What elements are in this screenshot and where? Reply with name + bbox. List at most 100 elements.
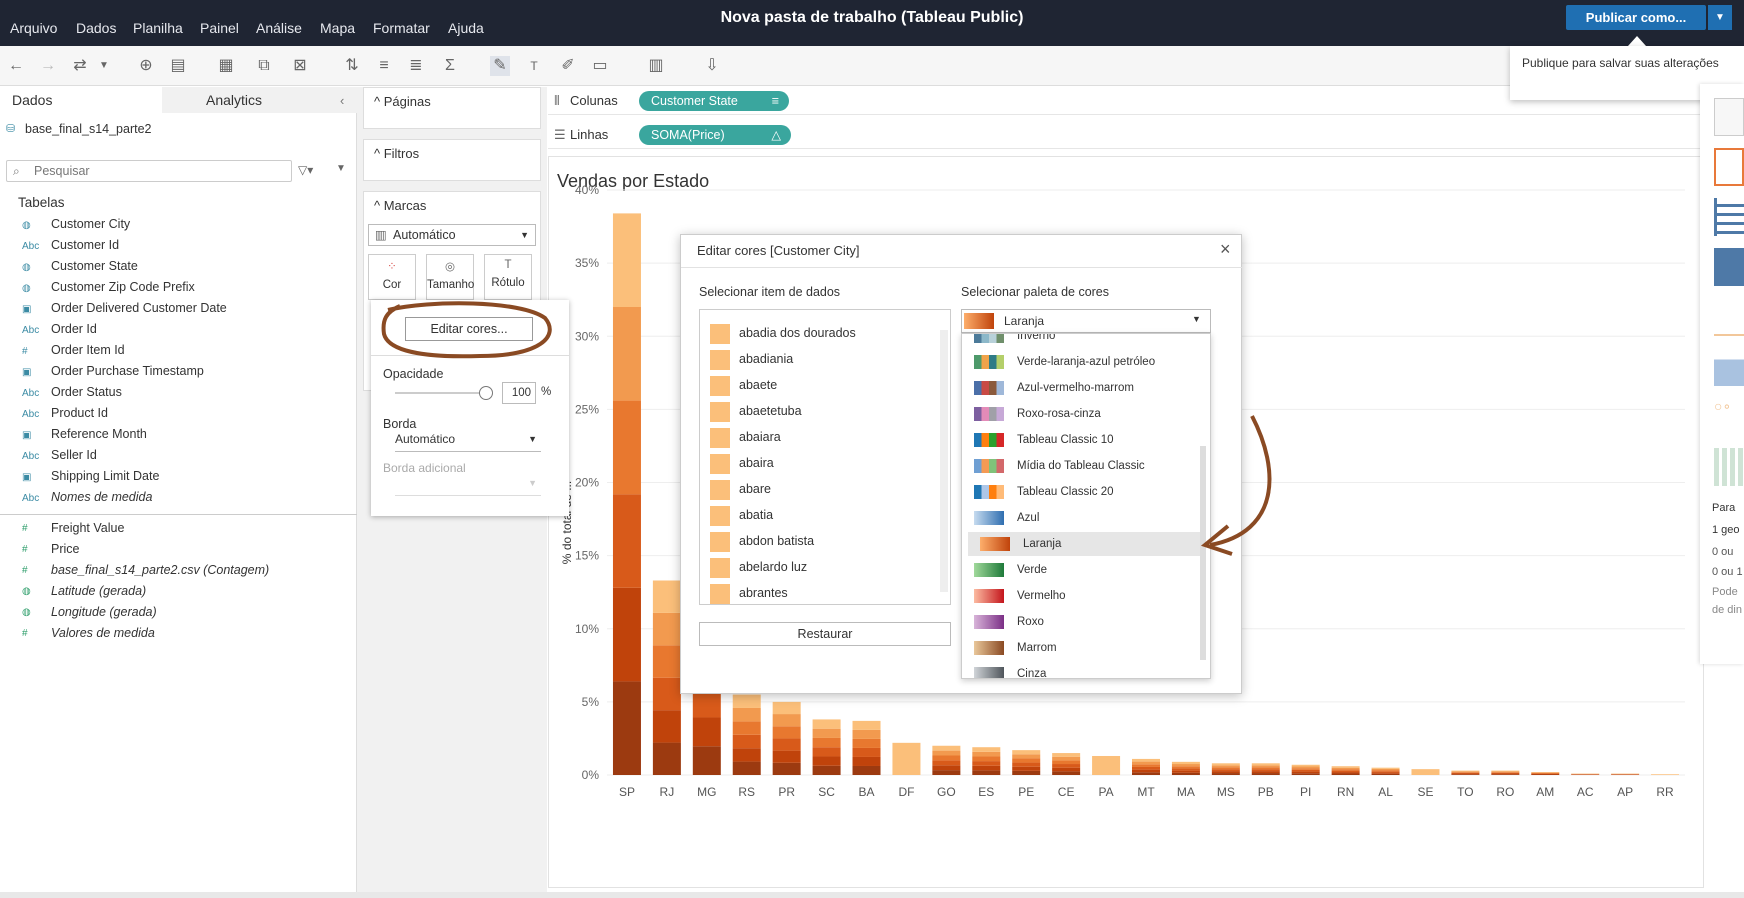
measure-field[interactable]: Latitude (gerada): [51, 584, 146, 598]
data-item[interactable]: abare: [710, 478, 771, 500]
bar[interactable]: [1411, 769, 1440, 775]
menu-painel[interactable]: Painel: [200, 20, 239, 36]
collapse-pane-icon[interactable]: ‹: [340, 93, 344, 108]
pause-datasource-icon[interactable]: ▤: [168, 56, 188, 76]
opacity-slider-track[interactable]: [395, 392, 485, 394]
bar[interactable]: [1092, 755, 1121, 775]
halo-select[interactable]: ▼: [395, 476, 541, 496]
filters-card[interactable]: ^ Filtros: [363, 139, 541, 181]
measure-field[interactable]: Valores de medida: [51, 626, 155, 640]
redo-icon[interactable]: →: [38, 56, 58, 76]
measure-field[interactable]: Price: [51, 542, 79, 556]
download-icon[interactable]: ⇩: [702, 56, 722, 76]
palette-select[interactable]: Laranja ▼: [961, 309, 1211, 333]
chevron-down-icon[interactable]: ▼: [94, 56, 114, 76]
color-button[interactable]: ⁘ Cor: [368, 254, 416, 300]
annotate-icon[interactable]: ✐: [558, 56, 578, 76]
palette-option[interactable]: Verde: [962, 558, 1194, 582]
heatmap-thumb[interactable]: [1714, 448, 1744, 486]
area-thumb[interactable]: [1714, 348, 1744, 386]
new-datasource-icon[interactable]: ⊕: [136, 56, 156, 76]
data-item[interactable]: abadiania: [710, 348, 793, 370]
bar-thumb[interactable]: [1714, 198, 1744, 236]
palette-option[interactable]: Roxo: [962, 610, 1194, 634]
menu-dados[interactable]: Dados: [76, 20, 116, 36]
bar[interactable]: [1012, 750, 1041, 775]
highlight-icon[interactable]: ✎: [490, 56, 510, 76]
bar[interactable]: [852, 720, 881, 775]
menu-analise[interactable]: Análise: [256, 20, 302, 36]
palette-scrollbar[interactable]: [1200, 446, 1206, 660]
undo-icon[interactable]: ←: [6, 56, 26, 76]
bar[interactable]: [1371, 767, 1400, 775]
restore-button[interactable]: Restaurar: [699, 622, 951, 646]
menu-ajuda[interactable]: Ajuda: [448, 20, 484, 36]
data-item[interactable]: abaira: [710, 452, 774, 474]
bar[interactable]: [932, 745, 961, 775]
clear-sheet-icon[interactable]: ⊠: [290, 56, 310, 76]
palette-option[interactable]: Inverno: [962, 334, 1194, 348]
dimension-field[interactable]: Seller Id: [51, 448, 97, 462]
measure-field[interactable]: base_final_s14_parte2.csv (Contagem): [51, 563, 269, 577]
data-item[interactable]: abatia: [710, 504, 773, 526]
palette-option[interactable]: Mídia do Tableau Classic: [962, 454, 1194, 478]
dimension-field[interactable]: Nomes de medida: [51, 490, 152, 504]
data-item[interactable]: abelardo luz: [710, 556, 807, 578]
pages-card[interactable]: ^ Páginas: [363, 87, 541, 129]
palette-option[interactable]: Laranja: [968, 532, 1200, 556]
palette-option[interactable]: Vermelho: [962, 584, 1194, 608]
label-button[interactable]: T Rótulo: [484, 254, 532, 300]
data-item[interactable]: abdon batista: [710, 530, 814, 552]
publish-dropdown-button[interactable]: ▼: [1708, 5, 1732, 30]
new-worksheet-icon[interactable]: ▦: [216, 56, 236, 76]
bar[interactable]: [772, 701, 801, 775]
bar[interactable]: [972, 747, 1001, 775]
publish-button[interactable]: Publicar como...: [1566, 5, 1706, 30]
measure-field[interactable]: Longitude (gerada): [51, 605, 157, 619]
bar[interactable]: [1571, 773, 1600, 775]
palette-option[interactable]: Marrom: [962, 636, 1194, 660]
bar[interactable]: [1291, 764, 1320, 775]
bar[interactable]: [612, 213, 641, 775]
rows-shelf[interactable]: ☰ Linhas SOMA(Price) △: [548, 121, 1744, 149]
mark-type-select[interactable]: ▥ Automático ▼: [368, 224, 536, 246]
size-button[interactable]: ◎ Tamanho: [426, 254, 474, 300]
dimension-field[interactable]: Shipping Limit Date: [51, 469, 159, 483]
text-icon[interactable]: T: [524, 56, 544, 76]
dimension-field[interactable]: Order Item Id: [51, 343, 125, 357]
dimension-field[interactable]: Reference Month: [51, 427, 147, 441]
palette-option[interactable]: Tableau Classic 20: [962, 480, 1194, 504]
close-icon[interactable]: ×: [1220, 239, 1231, 260]
datasource-name[interactable]: base_final_s14_parte2: [25, 122, 152, 136]
bar[interactable]: [812, 719, 841, 775]
palette-option[interactable]: Azul-vermelho-marrom: [962, 376, 1194, 400]
bar[interactable]: [1331, 766, 1360, 775]
edit-colors-button[interactable]: Editar cores...: [405, 317, 533, 341]
filter-icon[interactable]: ▽▾: [298, 163, 313, 177]
dimension-field[interactable]: Order Purchase Timestamp: [51, 364, 204, 378]
dimension-field[interactable]: Order Id: [51, 322, 97, 336]
menu-arquivo[interactable]: Arquivo: [10, 20, 57, 36]
bar[interactable]: [1451, 770, 1480, 775]
dimension-field[interactable]: Customer Zip Code Prefix: [51, 280, 195, 294]
bar[interactable]: [1211, 763, 1240, 775]
palette-option[interactable]: Cinza: [962, 662, 1194, 678]
dimension-field[interactable]: Product Id: [51, 406, 108, 420]
bar[interactable]: [1052, 753, 1081, 775]
swap-sheet-icon[interactable]: ⇄: [70, 56, 90, 76]
sort-desc-icon[interactable]: ≣: [406, 56, 426, 76]
swap-rows-cols-icon[interactable]: ⇅: [342, 56, 362, 76]
data-item[interactable]: abadia dos dourados: [710, 322, 856, 344]
palette-option[interactable]: Verde-laranja-azul petróleo: [962, 350, 1194, 374]
measure-field[interactable]: Freight Value: [51, 521, 124, 535]
rows-pill[interactable]: SOMA(Price) △: [639, 125, 791, 145]
line-thumb[interactable]: [1714, 298, 1744, 336]
menu-formatar[interactable]: Formatar: [373, 20, 430, 36]
bar[interactable]: [1132, 758, 1160, 775]
fit-icon[interactable]: ▭: [590, 56, 610, 76]
search-field[interactable]: ⌕ Pesquisar: [6, 160, 292, 182]
data-item[interactable]: abrantes: [710, 582, 788, 604]
data-item[interactable]: abaiara: [710, 426, 781, 448]
dimension-field[interactable]: Order Delivered Customer Date: [51, 301, 227, 315]
bar[interactable]: [1171, 761, 1200, 775]
